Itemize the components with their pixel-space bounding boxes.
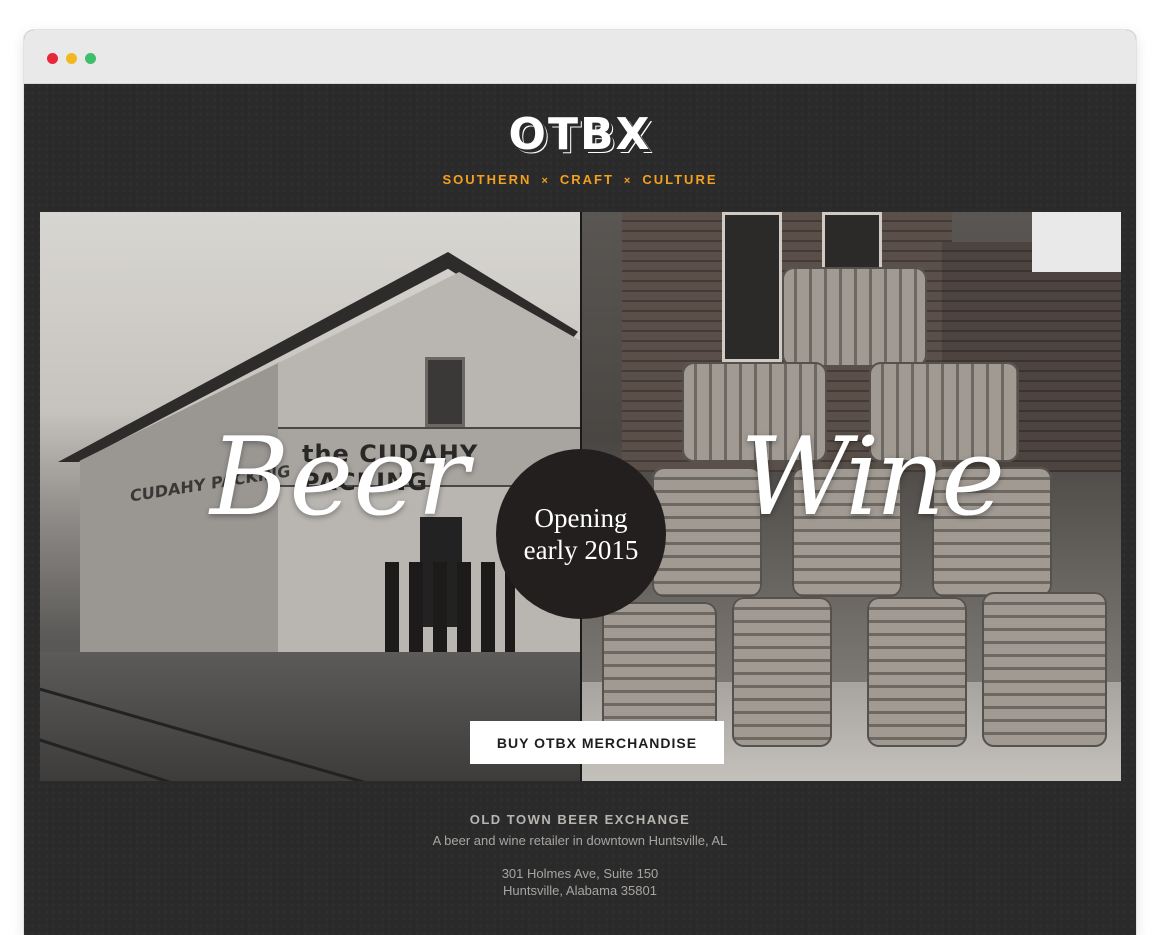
footer-address-street: 301 Holmes Ave, Suite 150 (501, 866, 659, 881)
badge-line-date: early 2015 (523, 535, 639, 565)
tagline: SOUTHERN × CRAFT × CULTURE (24, 172, 1136, 187)
maximize-window-button[interactable] (85, 53, 96, 64)
footer-address-city: Huntsville, Alabama 35801 (503, 883, 657, 898)
cotton-bale (867, 597, 967, 747)
footer-description: A beer and wine retailer in downtown Hun… (432, 833, 728, 848)
badge-line-opening: Opening (534, 503, 628, 533)
people-figures (385, 562, 515, 652)
wine-heading: Wine (740, 415, 1005, 540)
buy-merchandise-button[interactable]: BUY OTBX MERCHANDISE (470, 721, 724, 764)
browser-window: OTBX SOUTHERN × CRAFT × CULTURE the CUDAHY P… (24, 30, 1136, 935)
hero-banner: the CUDAHY PACKING CUDAHY PACKING Beer W… (40, 212, 1121, 781)
tagline-word-southern: SOUTHERN (442, 172, 532, 187)
tagline-separator: × (541, 175, 550, 187)
tagline-word-culture: CULTURE (642, 172, 718, 187)
browser-toolbar (24, 30, 1136, 84)
tagline-word-craft: CRAFT (559, 172, 614, 187)
beer-heading: Beer (210, 415, 469, 540)
cotton-bale (602, 602, 717, 732)
building-window (722, 212, 782, 362)
footer-title: OLD TOWN BEER EXCHANGE (469, 812, 691, 827)
minimize-window-button[interactable] (66, 53, 77, 64)
otbx-logo[interactable]: OTBX (24, 110, 1136, 160)
website-page: OTBX SOUTHERN × CRAFT × CULTURE the CUDAHY P… (24, 84, 1136, 935)
opening-badge: Opening early 2015 (496, 449, 666, 619)
cotton-bale (782, 267, 927, 367)
tagline-separator: × (623, 175, 633, 187)
close-window-button[interactable] (47, 53, 58, 64)
cotton-bale (732, 597, 832, 747)
sky (1032, 212, 1121, 272)
cotton-bale (982, 592, 1107, 747)
